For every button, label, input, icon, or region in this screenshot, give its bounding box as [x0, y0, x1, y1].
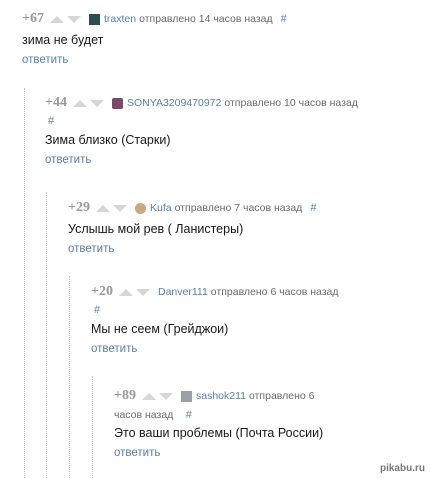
comment-author[interactable]: sashok211 [196, 390, 246, 402]
comment-rating: +67 [22, 11, 44, 26]
downvote-icon[interactable] [158, 392, 173, 400]
comment-timestamp: отправлено 7 часов назад [174, 202, 303, 214]
comment: +67 traxten отправлено 14 часов назад # … [22, 9, 287, 69]
upvote-icon[interactable] [141, 392, 156, 400]
comment-rating: +20 [91, 284, 113, 299]
avatar[interactable] [180, 390, 192, 402]
thread-line [92, 376, 93, 478]
downvote-icon[interactable] [135, 288, 150, 296]
downvote-icon[interactable] [66, 15, 81, 23]
downvote-icon[interactable] [112, 204, 127, 212]
watermark: pikabu.ru [379, 463, 425, 474]
comment-timestamp: отправлено 10 часов назад [224, 97, 358, 109]
thread-line [69, 276, 70, 478]
avatar[interactable] [88, 13, 100, 25]
avatar[interactable] [134, 202, 146, 214]
thread-line [24, 88, 25, 478]
reply-link[interactable]: ответить [45, 151, 358, 169]
comment-author[interactable]: Kufa [150, 202, 172, 214]
comment-text: Это ваши проблемы (Почта России) [114, 426, 324, 440]
comment-permalink[interactable]: # [186, 409, 192, 421]
upvote-icon[interactable] [72, 99, 87, 107]
thread-line [46, 192, 47, 478]
comment-text: Зима близко (Старки) [45, 133, 171, 147]
upvote-icon[interactable] [118, 288, 133, 296]
comment-text: Услышь мой рев ( Ланистеры) [68, 222, 244, 236]
reply-link[interactable]: ответить [22, 51, 287, 69]
comment-timestamp: отправлено 14 часов назад [139, 13, 273, 25]
comment-text: зима не будет [22, 33, 104, 47]
reply-link[interactable]: ответить [91, 340, 339, 358]
upvote-icon[interactable] [49, 15, 64, 23]
comment-permalink[interactable]: # [281, 13, 287, 25]
comment-rating: +89 [114, 388, 136, 403]
comment-author[interactable]: Danver111 [158, 286, 208, 298]
comment-text: Мы не сеем (Грейджои) [91, 322, 229, 336]
comment-timestamp: отправлено 6 [249, 390, 315, 402]
comment: +20 Danver111 отправлено 6 часов назад #… [91, 282, 339, 358]
comment: +89 sashok211 отправлено 6 часов назад #… [114, 386, 323, 462]
comment-rating: +29 [68, 200, 90, 215]
reply-link[interactable]: ответить [68, 240, 316, 258]
comment-permalink[interactable]: # [310, 202, 316, 214]
comment-timestamp: отправлено 6 часов назад [210, 286, 339, 298]
upvote-icon[interactable] [95, 204, 110, 212]
comment-permalink[interactable]: # [48, 113, 358, 129]
comment: +29 Kufa отправлено 7 часов назад # Услы… [68, 198, 316, 258]
comment-timestamp-cont: часов назад [114, 409, 174, 421]
avatar[interactable] [111, 97, 123, 109]
comment-rating: +44 [45, 95, 67, 110]
comment: +44 SONYA3209470972 отправлено 10 часов … [45, 93, 358, 169]
reply-link[interactable]: ответить [114, 444, 323, 462]
comment-permalink[interactable]: # [94, 302, 339, 318]
comment-author[interactable]: SONYA3209470972 [127, 97, 221, 109]
comment-author[interactable]: traxten [104, 13, 136, 25]
downvote-icon[interactable] [89, 99, 104, 107]
